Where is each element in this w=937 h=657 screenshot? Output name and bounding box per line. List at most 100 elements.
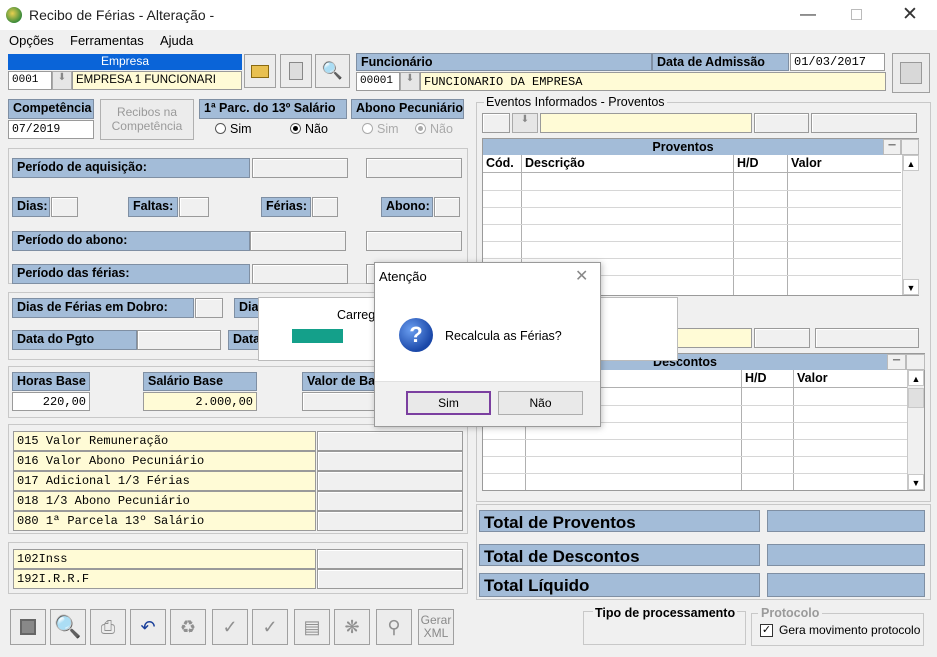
scroll-up-icon[interactable]: ▲: [908, 370, 924, 386]
faltas-label: Faltas:: [128, 197, 178, 217]
desconto-hd-field[interactable]: [754, 328, 810, 348]
scroll-thumb[interactable]: [908, 388, 924, 408]
confirm-button[interactable]: ✓: [212, 609, 248, 645]
parc13-radio-nao[interactable]: Não: [290, 122, 328, 136]
ferias-field[interactable]: [312, 197, 338, 217]
rubrica-value: [317, 451, 463, 471]
descontos-scrollbar[interactable]: ▲ ▼: [907, 370, 924, 490]
dialog-close-icon[interactable]: ✕: [575, 266, 588, 286]
scroll-up-icon[interactable]: ▲: [903, 155, 919, 171]
periodo-abono-inicio[interactable]: [250, 231, 346, 251]
confirm-all-button[interactable]: ✓: [252, 609, 288, 645]
export-button[interactable]: ▤: [294, 609, 330, 645]
save-button[interactable]: [10, 609, 46, 645]
menu-ajuda[interactable]: Ajuda: [160, 33, 193, 48]
desconto-desc-field[interactable]: [676, 328, 752, 348]
calculator-button[interactable]: [892, 53, 930, 93]
close-icon[interactable]: ✕: [902, 3, 918, 26]
search-button[interactable]: 🔍: [50, 609, 86, 645]
total-liquido-label: Total Líquido: [479, 573, 760, 597]
rubrica-row-192: 192I.R.R.F: [13, 569, 463, 589]
evento-valor-field[interactable]: [811, 113, 917, 133]
check-icon: ✓: [222, 616, 238, 637]
scroll-down-icon[interactable]: ▼: [908, 474, 924, 490]
abono-radio-sim: Sim: [362, 122, 399, 136]
menu-opcoes[interactable]: Opções: [9, 33, 54, 48]
funcionario-code[interactable]: 00001: [356, 72, 400, 91]
desconto-valor-field[interactable]: [815, 328, 919, 348]
gerar-xml-button[interactable]: Gerar XML: [418, 609, 454, 645]
open-folder-button[interactable]: [244, 54, 276, 88]
print-icon: ⎙: [100, 616, 116, 637]
competencia-value[interactable]: 07/2019: [8, 120, 94, 139]
periodo-aquisicao-label: Período de aquisição:: [12, 158, 250, 178]
grid-minimize-icon[interactable]: ─: [883, 139, 901, 155]
search-employee-button[interactable]: 🔍: [315, 54, 350, 88]
evento-lookup-button[interactable]: ⬇: [512, 113, 538, 133]
periodo-aquisicao-inicio[interactable]: [252, 158, 348, 178]
report-button[interactable]: [280, 54, 312, 88]
periodo-aquisicao-fim[interactable]: [366, 158, 462, 178]
radio-icon: [362, 123, 373, 134]
eventos-label: Eventos Informados - Proventos: [484, 95, 667, 109]
dialog-title: Atenção: [379, 269, 427, 284]
parc13-radio-sim[interactable]: Sim: [215, 122, 252, 136]
gera-protocolo-checkbox[interactable]: ✓ Gera movimento protocolo: [760, 623, 920, 637]
funcionario-lookup-button[interactable]: ⬇: [400, 72, 420, 91]
scroll-down-icon[interactable]: ▼: [903, 279, 919, 295]
evento-desc-field[interactable]: [540, 113, 752, 133]
data-pgto-label: Data do Pgto: [12, 330, 137, 350]
periodo-abono-fim[interactable]: [366, 231, 462, 251]
minimize-icon[interactable]: —: [800, 6, 816, 24]
rubrica-row-017: 017 Adicional 1/3 Férias: [13, 471, 463, 491]
rubrica-row-080: 080 1ª Parcela 13º Salário: [13, 511, 463, 531]
parc13-label: 1ª Parc. do 13º Salário: [199, 99, 347, 119]
trash-icon: ♻: [179, 616, 197, 637]
delete-button[interactable]: ♻: [170, 609, 206, 645]
salario-base-value[interactable]: 2.000,00: [143, 392, 257, 411]
empresa-lookup-button[interactable]: ⬇: [52, 71, 72, 90]
total-proventos-label: Total de Proventos: [479, 510, 760, 532]
confirm-dialog: Atenção ✕ ? Recalcula as Férias? Sim Não: [374, 262, 601, 427]
grid-maximize-icon[interactable]: [901, 139, 919, 155]
grid-minimize-icon[interactable]: ─: [887, 354, 906, 370]
evento-code-field[interactable]: [482, 113, 510, 133]
maximize-icon[interactable]: [851, 9, 862, 20]
tipo-processamento-label: Tipo de processamento: [593, 606, 738, 620]
undo-button[interactable]: ↶: [130, 609, 166, 645]
abono-dias-field[interactable]: [434, 197, 460, 217]
total-proventos-value: [767, 510, 925, 532]
proventos-scrollbar[interactable]: ▲ ▼: [902, 155, 919, 295]
faltas-field[interactable]: [179, 197, 209, 217]
print-button[interactable]: ⎙: [90, 609, 126, 645]
periodo-ferias-inicio[interactable]: [252, 264, 348, 284]
abono-label: Abono Pecuniário: [351, 99, 464, 119]
rubrica-desc: 102Inss: [13, 549, 316, 569]
no-button[interactable]: Não: [498, 391, 583, 415]
dias-dobro-label: Dias de Férias em Dobro:: [12, 298, 194, 318]
empresa-code[interactable]: 0001: [8, 71, 52, 90]
grid-maximize-icon[interactable]: [906, 354, 925, 370]
evento-hd-field[interactable]: [754, 113, 809, 133]
data-pgto-field[interactable]: [137, 330, 221, 350]
yes-button[interactable]: Sim: [406, 391, 491, 415]
horas-base-value[interactable]: 220,00: [12, 392, 90, 411]
dias-field[interactable]: [51, 197, 78, 217]
check-icon: ✓: [262, 616, 278, 637]
valor-base-field[interactable]: [302, 392, 382, 411]
dias-dobro-field[interactable]: [195, 298, 223, 318]
rubrica-desc: 015 Valor Remuneração: [13, 431, 316, 451]
protocolo-label: Protocolo: [758, 606, 823, 620]
radio-icon: [215, 123, 226, 134]
gear-icon: ❋: [344, 616, 360, 637]
empresa-name: EMPRESA 1 FUNCIONARI: [72, 71, 242, 90]
checkbox-checked-icon: ✓: [760, 623, 773, 637]
admissao-value[interactable]: 01/03/2017: [790, 53, 885, 71]
rubrica-value: [317, 569, 463, 589]
settings-button[interactable]: ❋: [334, 609, 370, 645]
export-icon: ▤: [303, 616, 321, 637]
menu-ferramentas[interactable]: Ferramentas: [70, 33, 144, 48]
rubrica-row-102: 102Inss: [13, 549, 463, 569]
find-user-button[interactable]: ⚲: [376, 609, 412, 645]
recibos-competencia-button[interactable]: Recibos na Competência: [100, 99, 194, 140]
